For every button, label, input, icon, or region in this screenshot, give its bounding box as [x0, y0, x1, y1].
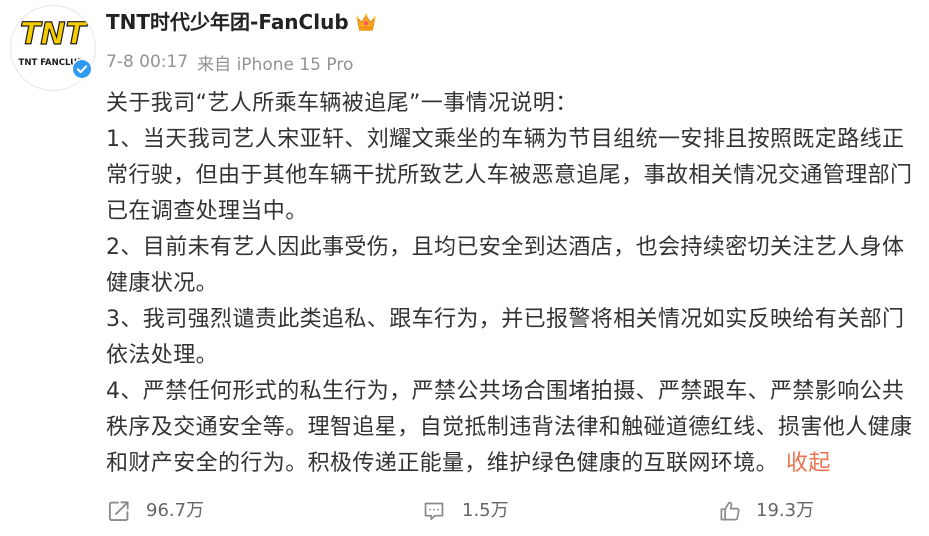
post-body-line: 健康状况。	[106, 271, 219, 296]
post-body-line: 秩序及交通安全等。理智追星，自觉抵制违背法律和触碰道德红线、损害他人健康	[106, 415, 913, 440]
post-body-line: 4、严禁任何形式的私生行为，严禁公共场合围堵拍摄、严禁跟车、严禁影响公共	[106, 379, 905, 404]
post-body-line: 常行驶，但由于其他车辆干扰所致艺人车被恶意追尾，事故相关情况交通管理部门	[106, 163, 913, 188]
post-body-line: 已在调查处理当中。	[106, 199, 308, 224]
post-body-line: 3、我司强烈谴责此类追私、跟车行为，并已报警将相关情况如实反映给有关部门	[106, 307, 905, 332]
post-body-last-line: 和财产安全的行为。积极传递正能量，维护绿色健康的互联网环境。 收起	[106, 446, 924, 482]
verified-badge-icon	[71, 58, 93, 80]
post-source: 来自 iPhone 15 Pro	[197, 54, 354, 75]
share-count: 96.7万	[146, 500, 205, 521]
author-name[interactable]: TNT时代少年团-FanClub	[106, 8, 349, 36]
like-button[interactable]: 19.3万	[718, 498, 814, 524]
post-body-line-text: 和财产安全的行为。积极传递正能量，维护绿色健康的互联网环境。	[106, 451, 779, 476]
vip-crown-icon[interactable]	[355, 11, 377, 33]
like-count: 19.3万	[756, 500, 815, 521]
comment-icon	[424, 502, 444, 520]
weibo-post: TNT TNT FANCLUB TNT时代少年团-FanClub 7-8 00:…	[0, 0, 929, 536]
author-row: TNT时代少年团-FanClub	[106, 8, 377, 36]
share-button[interactable]: 96.7万	[106, 498, 204, 524]
post-body-line: 依法处理。	[106, 343, 219, 368]
post-meta: 7-8 00:17 来自 iPhone 15 Pro	[106, 50, 354, 75]
collapse-link[interactable]: 收起	[786, 451, 831, 476]
comment-button[interactable]: 1.5万	[422, 498, 509, 524]
comment-count: 1.5万	[462, 500, 509, 521]
share-icon	[108, 501, 129, 522]
post-body-line: 1、当天我司艺人宋亚轩、刘耀文乘坐的车辆为节目组统一安排且按照既定路线正	[106, 127, 905, 152]
post-body: 关于我司“艺人所乘车辆被追尾”一事情况说明： 1、当天我司艺人宋亚轩、刘耀文乘坐…	[106, 86, 924, 482]
post-body-line: 关于我司“艺人所乘车辆被追尾”一事情况说明：	[106, 91, 578, 116]
post-time[interactable]: 7-8 00:17	[106, 52, 188, 72]
avatar-logo-text: TNT	[20, 17, 89, 52]
like-icon	[720, 501, 740, 521]
post-body-line: 2、目前未有艺人因此事受伤，且均已安全到达酒店，也会持续密切关注艺人身体	[106, 235, 905, 260]
